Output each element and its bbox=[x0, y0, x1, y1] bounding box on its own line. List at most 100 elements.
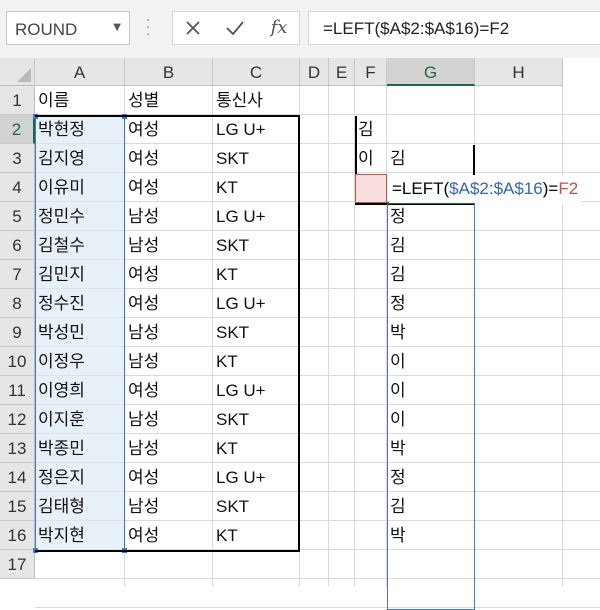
name-cell[interactable]: 김지영 bbox=[35, 144, 125, 173]
row-header-6[interactable]: 6 bbox=[0, 231, 35, 260]
table-border bbox=[35, 550, 300, 552]
header-carrier-cell[interactable]: 통신사 bbox=[213, 86, 300, 115]
criteria-cell[interactable]: 이 bbox=[355, 144, 387, 173]
row-header-13[interactable]: 13 bbox=[0, 434, 35, 463]
name-cell[interactable]: 이유미 bbox=[35, 173, 125, 202]
column-header-d[interactable]: D bbox=[300, 58, 329, 86]
carrier-cell[interactable]: KT bbox=[213, 260, 300, 289]
name-cell[interactable]: 이정우 bbox=[35, 347, 125, 376]
carrier-cell[interactable]: LG U+ bbox=[213, 463, 300, 492]
formula-bar-area: ROUND ▼ · · · fx =LEFT($A$2:$A$16)=F2 bbox=[0, 0, 600, 58]
table-border bbox=[35, 115, 300, 117]
name-cell[interactable]: 이지훈 bbox=[35, 405, 125, 434]
formula-part: )= bbox=[542, 179, 559, 198]
drag-handle-icon[interactable]: · · · bbox=[146, 14, 152, 42]
close-icon[interactable] bbox=[173, 12, 213, 44]
gender-cell[interactable]: 여성 bbox=[125, 521, 213, 550]
gender-cell[interactable]: 여성 bbox=[125, 260, 213, 289]
gender-cell[interactable]: 남성 bbox=[125, 231, 213, 260]
carrier-cell[interactable]: SKT bbox=[213, 405, 300, 434]
gridline bbox=[562, 86, 563, 586]
worksheet-grid[interactable]: ABCDEFGH 1 2 3 4 5 6 7 8 9 10 11 12 13 14 15 16 17 이름 성별 통… bbox=[0, 58, 600, 610]
gender-cell[interactable]: 여성 bbox=[125, 173, 213, 202]
insert-function-button[interactable]: fx bbox=[259, 12, 299, 44]
gender-cell[interactable]: 남성 bbox=[125, 434, 213, 463]
table-border bbox=[298, 115, 300, 552]
column-header-h[interactable]: H bbox=[475, 58, 563, 86]
gender-cell[interactable]: 남성 bbox=[125, 318, 213, 347]
carrier-cell[interactable]: KT bbox=[213, 434, 300, 463]
carrier-cell[interactable]: LG U+ bbox=[213, 289, 300, 318]
row-header-15[interactable]: 15 bbox=[0, 492, 35, 521]
gender-cell[interactable]: 여성 bbox=[125, 289, 213, 318]
gender-cell[interactable]: 남성 bbox=[125, 347, 213, 376]
formula-input[interactable]: =LEFT($A$2:$A$16)=F2 bbox=[308, 11, 600, 45]
name-box[interactable]: ROUND ▼ bbox=[6, 11, 130, 45]
column-header-f[interactable]: F bbox=[355, 58, 387, 86]
name-cell[interactable]: 박성민 bbox=[35, 318, 125, 347]
row-header-5[interactable]: 5 bbox=[0, 202, 35, 231]
spill-result-cell[interactable]: 김 bbox=[387, 144, 475, 173]
row-header-1[interactable]: 1 bbox=[0, 86, 35, 115]
gridline bbox=[328, 86, 329, 586]
formula-ref-f2: F2 bbox=[558, 179, 579, 198]
name-cell[interactable]: 이영희 bbox=[35, 376, 125, 405]
row-header-11[interactable]: 11 bbox=[0, 376, 35, 405]
gender-cell[interactable]: 남성 bbox=[125, 492, 213, 521]
carrier-cell[interactable]: KT bbox=[213, 521, 300, 550]
row-header-12[interactable]: 12 bbox=[0, 405, 35, 434]
gridline bbox=[35, 607, 600, 608]
spill-range-border bbox=[387, 203, 475, 610]
formula-buttons: fx bbox=[172, 11, 300, 45]
carrier-cell[interactable]: SKT bbox=[213, 144, 300, 173]
check-icon[interactable] bbox=[215, 12, 255, 44]
carrier-cell[interactable]: KT bbox=[213, 173, 300, 202]
carrier-cell[interactable]: SKT bbox=[213, 492, 300, 521]
carrier-cell[interactable]: SKT bbox=[213, 318, 300, 347]
row-header-8[interactable]: 8 bbox=[0, 289, 35, 318]
row-header-14[interactable]: 14 bbox=[0, 463, 35, 492]
gender-cell[interactable]: 여성 bbox=[125, 376, 213, 405]
row-header-4[interactable]: 4 bbox=[0, 173, 35, 202]
gender-cell[interactable]: 여성 bbox=[125, 144, 213, 173]
gender-cell[interactable]: 남성 bbox=[125, 405, 213, 434]
column-header-g[interactable]: G bbox=[387, 58, 475, 86]
criteria-cell[interactable]: 김 bbox=[355, 115, 387, 144]
formula-text: =LEFT($A$2:$A$16)=F2 bbox=[323, 19, 510, 38]
name-cell[interactable]: 박지현 bbox=[35, 521, 125, 550]
active-cell-g2-editor[interactable]: =LEFT($A$2:$A$16)=F2 bbox=[389, 175, 582, 203]
header-name-cell[interactable]: 이름 bbox=[35, 86, 125, 115]
column-header-c[interactable]: C bbox=[213, 58, 300, 86]
name-cell[interactable]: 김철수 bbox=[35, 231, 125, 260]
chevron-down-icon[interactable]: ▼ bbox=[113, 22, 121, 33]
column-header-a[interactable]: A bbox=[35, 58, 125, 86]
gender-cell[interactable]: 여성 bbox=[125, 115, 213, 144]
name-cell[interactable]: 정은지 bbox=[35, 463, 125, 492]
column-header-b[interactable]: B bbox=[125, 58, 213, 86]
carrier-cell[interactable]: LG U+ bbox=[213, 115, 300, 144]
name-cell[interactable]: 박종민 bbox=[35, 434, 125, 463]
name-cell[interactable]: 김태형 bbox=[35, 492, 125, 521]
row-header-7[interactable]: 7 bbox=[0, 260, 35, 289]
row-header-17[interactable]: 17 bbox=[0, 550, 35, 579]
gender-cell[interactable]: 남성 bbox=[125, 202, 213, 231]
row-header-3[interactable]: 3 bbox=[0, 144, 35, 173]
row-header-2[interactable]: 2 bbox=[0, 115, 35, 144]
row-header-10[interactable]: 10 bbox=[0, 347, 35, 376]
gender-cell[interactable]: 여성 bbox=[125, 463, 213, 492]
carrier-cell[interactable]: LG U+ bbox=[213, 376, 300, 405]
name-cell[interactable]: 정수진 bbox=[35, 289, 125, 318]
carrier-cell[interactable]: LG U+ bbox=[213, 202, 300, 231]
formula-part: =LEFT( bbox=[392, 179, 450, 198]
name-box-value: ROUND bbox=[15, 20, 78, 39]
name-cell[interactable]: 김민지 bbox=[35, 260, 125, 289]
row-header-16[interactable]: 16 bbox=[0, 521, 35, 550]
name-cell[interactable]: 박현정 bbox=[35, 115, 125, 144]
row-header-9[interactable]: 9 bbox=[0, 318, 35, 347]
select-all-button[interactable] bbox=[0, 58, 35, 86]
column-header-e[interactable]: E bbox=[329, 58, 355, 86]
carrier-cell[interactable]: KT bbox=[213, 347, 300, 376]
name-cell[interactable]: 정민수 bbox=[35, 202, 125, 231]
carrier-cell[interactable]: SKT bbox=[213, 231, 300, 260]
header-gender-cell[interactable]: 성별 bbox=[125, 86, 213, 115]
